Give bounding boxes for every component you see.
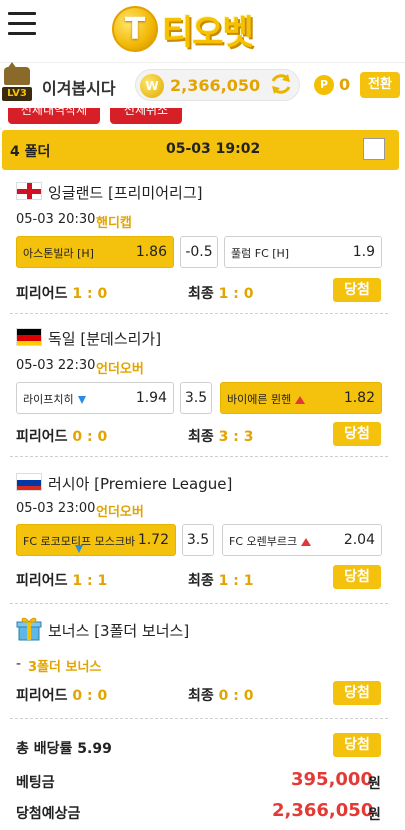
half-score: 피리어드 1 : 0	[16, 286, 108, 302]
arrow-up-icon	[295, 396, 306, 404]
divider	[10, 603, 388, 604]
final-score: 최종 3 : 3	[188, 429, 254, 445]
folder-checkbox[interactable]	[363, 138, 385, 160]
result-badge: 당첨	[333, 681, 381, 705]
folder-datetime: 05-03 19:02	[166, 141, 261, 157]
crown-icon	[4, 62, 30, 85]
market-type: 언더오버	[96, 505, 144, 520]
app-header: T 티오벳	[0, 0, 405, 60]
total-line: 3.5	[180, 382, 212, 414]
final-score: 최종 1 : 1	[188, 573, 254, 589]
logo-coin: T	[112, 6, 158, 52]
level-badge: LV3	[2, 62, 32, 105]
folder-count: 4 폴더	[10, 144, 51, 160]
brand-logo[interactable]: T 티오벳	[112, 4, 254, 54]
currency-label: 원	[368, 807, 381, 823]
gift-icon	[16, 617, 42, 641]
level-label: LV3	[2, 87, 32, 101]
arrow-up-icon	[301, 538, 312, 546]
league-name: 러시아 [Premiere League]	[48, 475, 233, 493]
league-name: 잉글랜드 [프리미어리그]	[48, 184, 203, 202]
away-odd: 1.82	[343, 390, 375, 406]
stake-label: 베팅금	[16, 775, 55, 791]
final-score: 최종 1 : 0	[188, 286, 254, 302]
away-team: 바이에른 뮌헨	[227, 391, 306, 407]
away-odd: 2.04	[343, 532, 375, 548]
divider	[10, 456, 388, 457]
away-odd-button[interactable]: FC 오렌부르크 2.04	[222, 524, 382, 556]
match-datetime: 05-03 20:30	[16, 212, 96, 227]
bonus-name: 3폴더 보너스	[28, 660, 102, 675]
balance-amount: 2,366,050	[170, 76, 261, 95]
total-result-badge: 당첨	[333, 733, 381, 757]
bonus-title: 보너스 [3폴더 보너스]	[48, 622, 190, 640]
divider	[10, 718, 388, 719]
result-badge: 당첨	[333, 278, 381, 302]
total-odds: 총 배당률 5.99	[16, 741, 112, 757]
delete-all-button[interactable]: 전체내역삭제	[8, 108, 100, 124]
away-odd-button[interactable]: 풀럼 FC [H] 1.9	[224, 236, 382, 268]
russia-flag-icon	[16, 473, 42, 491]
result-badge: 당첨	[333, 422, 381, 446]
arrow-down-icon	[77, 396, 86, 404]
home-odd: 1.72	[137, 532, 169, 548]
logo-text: 티오벳	[162, 12, 254, 53]
home-team: 아스톤빌라 [H]	[23, 247, 94, 260]
away-odd: 1.9	[352, 244, 375, 260]
market-type: 언더오버	[96, 362, 144, 377]
user-bar: LV3 이겨봅시다 W 2,366,050 P 0 전환	[0, 62, 405, 108]
final-score: 최종 0 : 0	[188, 688, 254, 704]
half-score: 피리어드 1 : 1	[16, 573, 108, 589]
points-amount: 0	[339, 75, 351, 94]
cancel-all-button[interactable]: 전체취소	[110, 108, 182, 124]
currency-label: 원	[368, 776, 381, 792]
half-score: 피리어드 0 : 0	[16, 429, 108, 445]
divider	[10, 313, 388, 314]
username: 이겨봅시다	[42, 79, 116, 98]
home-odd-button[interactable]: 라이프치히 1.94	[16, 382, 174, 414]
league-name: 독일 [분데스리가]	[48, 330, 162, 348]
total-line: 3.5	[182, 524, 214, 556]
payout-amount: 2,366,050	[272, 800, 374, 821]
away-team: FC 오렌부르크	[229, 533, 312, 549]
payout-label: 당첨예상금	[16, 806, 81, 822]
refresh-icon[interactable]	[268, 71, 294, 97]
home-odd: 1.94	[135, 390, 167, 406]
match-datetime: 05-03 22:30	[16, 358, 96, 373]
won-coin-icon: W	[140, 74, 164, 98]
home-odd: 1.86	[135, 244, 167, 260]
market-type: 핸디캡	[96, 216, 132, 231]
home-team: 라이프치히	[23, 391, 86, 407]
away-odd-button[interactable]: 바이에른 뮌헨 1.82	[220, 382, 382, 414]
home-odd-button[interactable]: FC 로코모티프 모스크바 1.72	[16, 524, 176, 556]
point-coin-icon: P	[314, 75, 334, 95]
stake-amount: 395,000	[291, 769, 373, 790]
arrow-down-icon	[75, 545, 83, 553]
convert-button[interactable]: 전환	[360, 72, 400, 98]
germany-flag-icon	[16, 328, 42, 346]
handicap-line: -0.5	[180, 236, 218, 268]
england-flag-icon	[16, 182, 42, 200]
bonus-dash: -	[16, 656, 22, 672]
menu-icon[interactable]	[8, 12, 36, 36]
result-badge: 당첨	[333, 565, 381, 589]
folder-header: 4 폴더 05-03 19:02	[2, 130, 399, 170]
away-team: 풀럼 FC [H]	[231, 247, 290, 260]
half-score: 피리어드 0 : 0	[16, 688, 108, 704]
match-datetime: 05-03 23:00	[16, 501, 96, 516]
action-tabs: 전체내역삭제 전체취소	[0, 108, 405, 126]
home-odd-button[interactable]: 아스톤빌라 [H] 1.86	[16, 236, 174, 268]
